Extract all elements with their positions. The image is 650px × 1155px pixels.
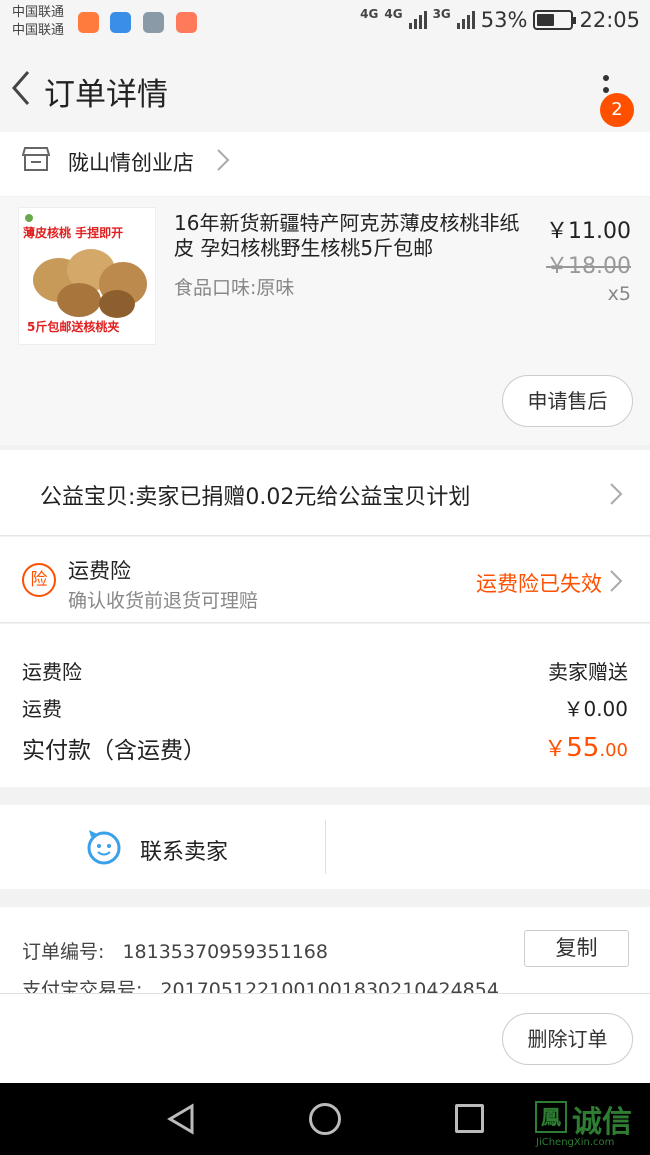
total-paid-label: 实付款（含运费） <box>22 738 206 764</box>
product-quantity: x5 <box>607 283 631 305</box>
signal-icon <box>408 11 427 29</box>
watermark-url: JiChengXin.com <box>536 1137 615 1148</box>
status-indicators: 4G 4G 3G 53% 22:05 <box>360 7 640 32</box>
cost-summary: 运费险 卖家赠送 运费 ￥0.00 实付款（含运费） ￥55.00 <box>0 624 650 787</box>
total-paid-value: ￥55.00 <box>544 731 628 763</box>
clock: 22:05 <box>579 8 640 32</box>
chevron-right-icon <box>217 149 230 171</box>
carrier-1: 中国联通 <box>12 5 65 20</box>
system-nav-bar: 鳳 诚信 JiChengXin.com <box>0 1083 650 1155</box>
copy-button[interactable]: 复制 <box>524 930 629 967</box>
battery-icon <box>533 10 577 30</box>
nav-home-icon[interactable] <box>309 1103 341 1135</box>
notification-badge: 2 <box>600 93 634 127</box>
chat-bubble-icon[interactable] <box>86 829 122 865</box>
shipping-label: 运费 <box>22 697 62 721</box>
network-type-2: 4G <box>384 7 403 21</box>
shipping-insurance-row[interactable]: 险 运费险 确认收货前退货可理赔 运费险已失效 <box>0 537 650 623</box>
contact-bar: 联系卖家 <box>0 805 650 889</box>
contact-seller-button[interactable]: 联系卖家 <box>140 834 228 866</box>
insurance-icon: 险 <box>22 563 56 597</box>
screen-record-icon <box>176 12 197 33</box>
footer-actions: 删除订单 <box>0 993 650 1083</box>
charity-text: 公益宝贝:卖家已捐赠0.02元给公益宝贝计划 <box>40 485 471 510</box>
nav-back-icon[interactable] <box>166 1103 196 1135</box>
back-arrow-icon[interactable] <box>10 68 34 108</box>
gallery-icon <box>143 12 164 33</box>
carrier-info: 中国联通 中国联通 <box>12 4 64 40</box>
order-info: 订单编号: 18135370959351168 复制 支付宝交易号: 20170… <box>0 907 650 993</box>
insurance-cost-label: 运费险 <box>22 660 82 684</box>
insurance-title: 运费险 <box>68 559 131 583</box>
total-decimal: .00 <box>599 740 628 761</box>
product-title[interactable]: 16年新货新疆特产阿克苏薄皮核桃非纸皮 孕妇核桃野生核桃5斤包邮 <box>174 211 529 261</box>
total-integer: 55 <box>566 733 600 763</box>
shop-name: 陇山情创业店 <box>68 151 194 175</box>
store-icon <box>22 147 50 171</box>
order-number: 18135370959351168 <box>122 941 328 963</box>
total-symbol: ￥ <box>544 737 567 762</box>
shipping-value: ￥0.00 <box>563 697 628 721</box>
image-caption-bottom: 5斤包邮送核桃夹 <box>27 320 120 334</box>
nav-recents-icon[interactable] <box>455 1104 484 1133</box>
network-type-1: 4G <box>360 7 379 21</box>
product-original-price: ￥18.00 <box>546 254 631 279</box>
app-header: 订单详情 2 <box>0 44 650 132</box>
watermark-text: 诚信 <box>572 1105 632 1140</box>
product-spec: 食品口味:原味 <box>174 277 295 299</box>
chevron-right-icon <box>610 483 623 505</box>
delete-order-button[interactable]: 删除订单 <box>502 1013 633 1065</box>
product-price: ￥11.00 <box>546 219 631 244</box>
image-caption-top: 薄皮核桃 手捏即开 <box>23 226 124 240</box>
shop-row[interactable]: 陇山情创业店 <box>0 132 650 196</box>
app-notification-icon <box>78 12 99 33</box>
watermark-logo: 鳳 <box>535 1101 567 1133</box>
page-title: 订单详情 <box>44 77 168 113</box>
charity-row[interactable]: 公益宝贝:卖家已捐赠0.02元给公益宝贝计划 <box>0 450 650 536</box>
signal-icon-2 <box>456 11 475 29</box>
insurance-status: 运费险已失效 <box>476 572 602 596</box>
network-type-3: 3G <box>432 7 451 21</box>
alipay-label: 支付宝交易号: <box>22 979 143 993</box>
insurance-subtitle: 确认收货前退货可理赔 <box>68 590 259 612</box>
order-number-label: 订单编号: <box>22 941 105 963</box>
status-bar: 中国联通 中国联通 4G 4G 3G 53% 22:05 <box>0 0 650 44</box>
product-image[interactable]: 薄皮核桃 手捏即开 5斤包邮送核桃夹 <box>18 207 156 345</box>
alipay-number: 2017051221001001830210424854 <box>160 979 499 993</box>
chevron-right-icon <box>610 570 623 592</box>
health-app-icon <box>110 12 131 33</box>
carrier-2: 中国联通 <box>12 23 65 38</box>
insurance-cost-value: 卖家赠送 <box>548 660 628 684</box>
product-item[interactable]: 薄皮核桃 手捏即开 5斤包邮送核桃夹 16年新货新疆特产阿克苏薄皮核桃非纸皮 孕… <box>0 197 650 445</box>
vertical-divider <box>325 820 326 874</box>
alipay-row: 支付宝交易号: 2017051221001001830210424854 <box>22 975 499 993</box>
battery-percent: 53% <box>480 8 528 32</box>
request-after-sale-button[interactable]: 申请售后 <box>502 375 633 427</box>
order-number-row: 订单编号: 18135370959351168 <box>22 937 328 964</box>
battery-fill <box>537 14 555 26</box>
